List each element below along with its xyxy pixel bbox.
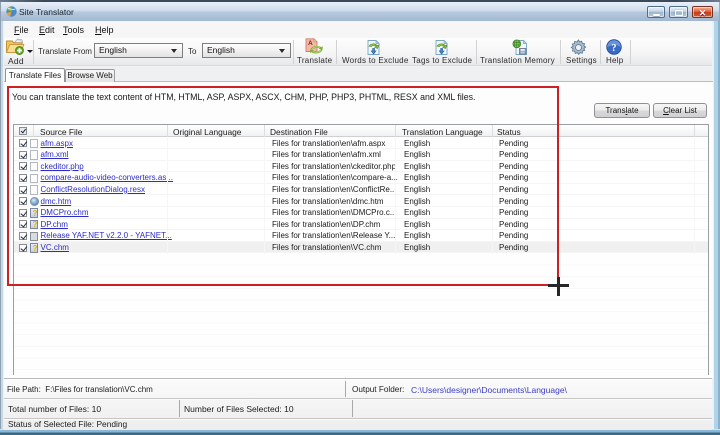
svg-text:?: ? <box>612 43 617 54</box>
svg-text:A: A <box>308 40 313 47</box>
